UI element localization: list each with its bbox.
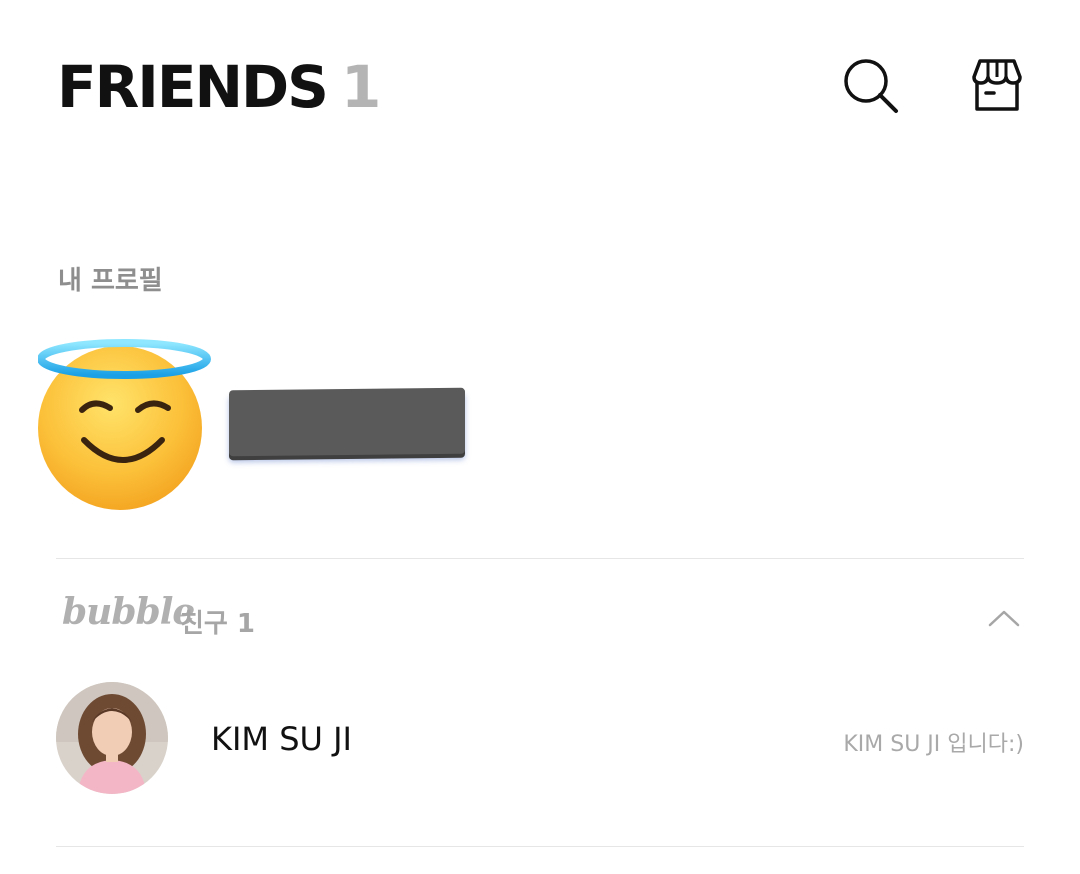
app-header: FRIENDS 1	[0, 0, 1080, 170]
friend-list-item[interactable]: KIM SU JI KIM SU JI 입니다:)	[56, 682, 1024, 796]
section-divider	[56, 558, 1024, 559]
shop-button[interactable]	[966, 55, 1028, 117]
redacted-profile-name	[229, 387, 465, 457]
title-label: FRIENDS	[57, 53, 329, 121]
store-icon	[972, 59, 1022, 111]
search-icon	[844, 59, 898, 113]
page-title: FRIENDS 1	[57, 52, 381, 122]
my-profile-row[interactable]	[38, 332, 1038, 522]
bubble-friends-group-header[interactable]: bubble 친구 1	[58, 591, 1024, 645]
bubble-logo: bubble	[62, 591, 195, 633]
profile-photo	[56, 682, 168, 794]
my-profile-section-label: 내 프로필	[58, 266, 163, 296]
friend-avatar[interactable]	[56, 682, 168, 794]
search-button[interactable]	[840, 55, 902, 117]
smiling-face-with-halo-icon	[38, 339, 211, 510]
list-divider	[56, 846, 1024, 847]
friend-count: 1	[340, 53, 381, 121]
friend-status-message: KIM SU JI 입니다:)	[843, 732, 1024, 757]
friend-name: KIM SU JI	[211, 720, 352, 758]
chevron-up-icon[interactable]	[984, 601, 1024, 635]
bubble-friends-count-label: 친구 1	[180, 609, 255, 639]
